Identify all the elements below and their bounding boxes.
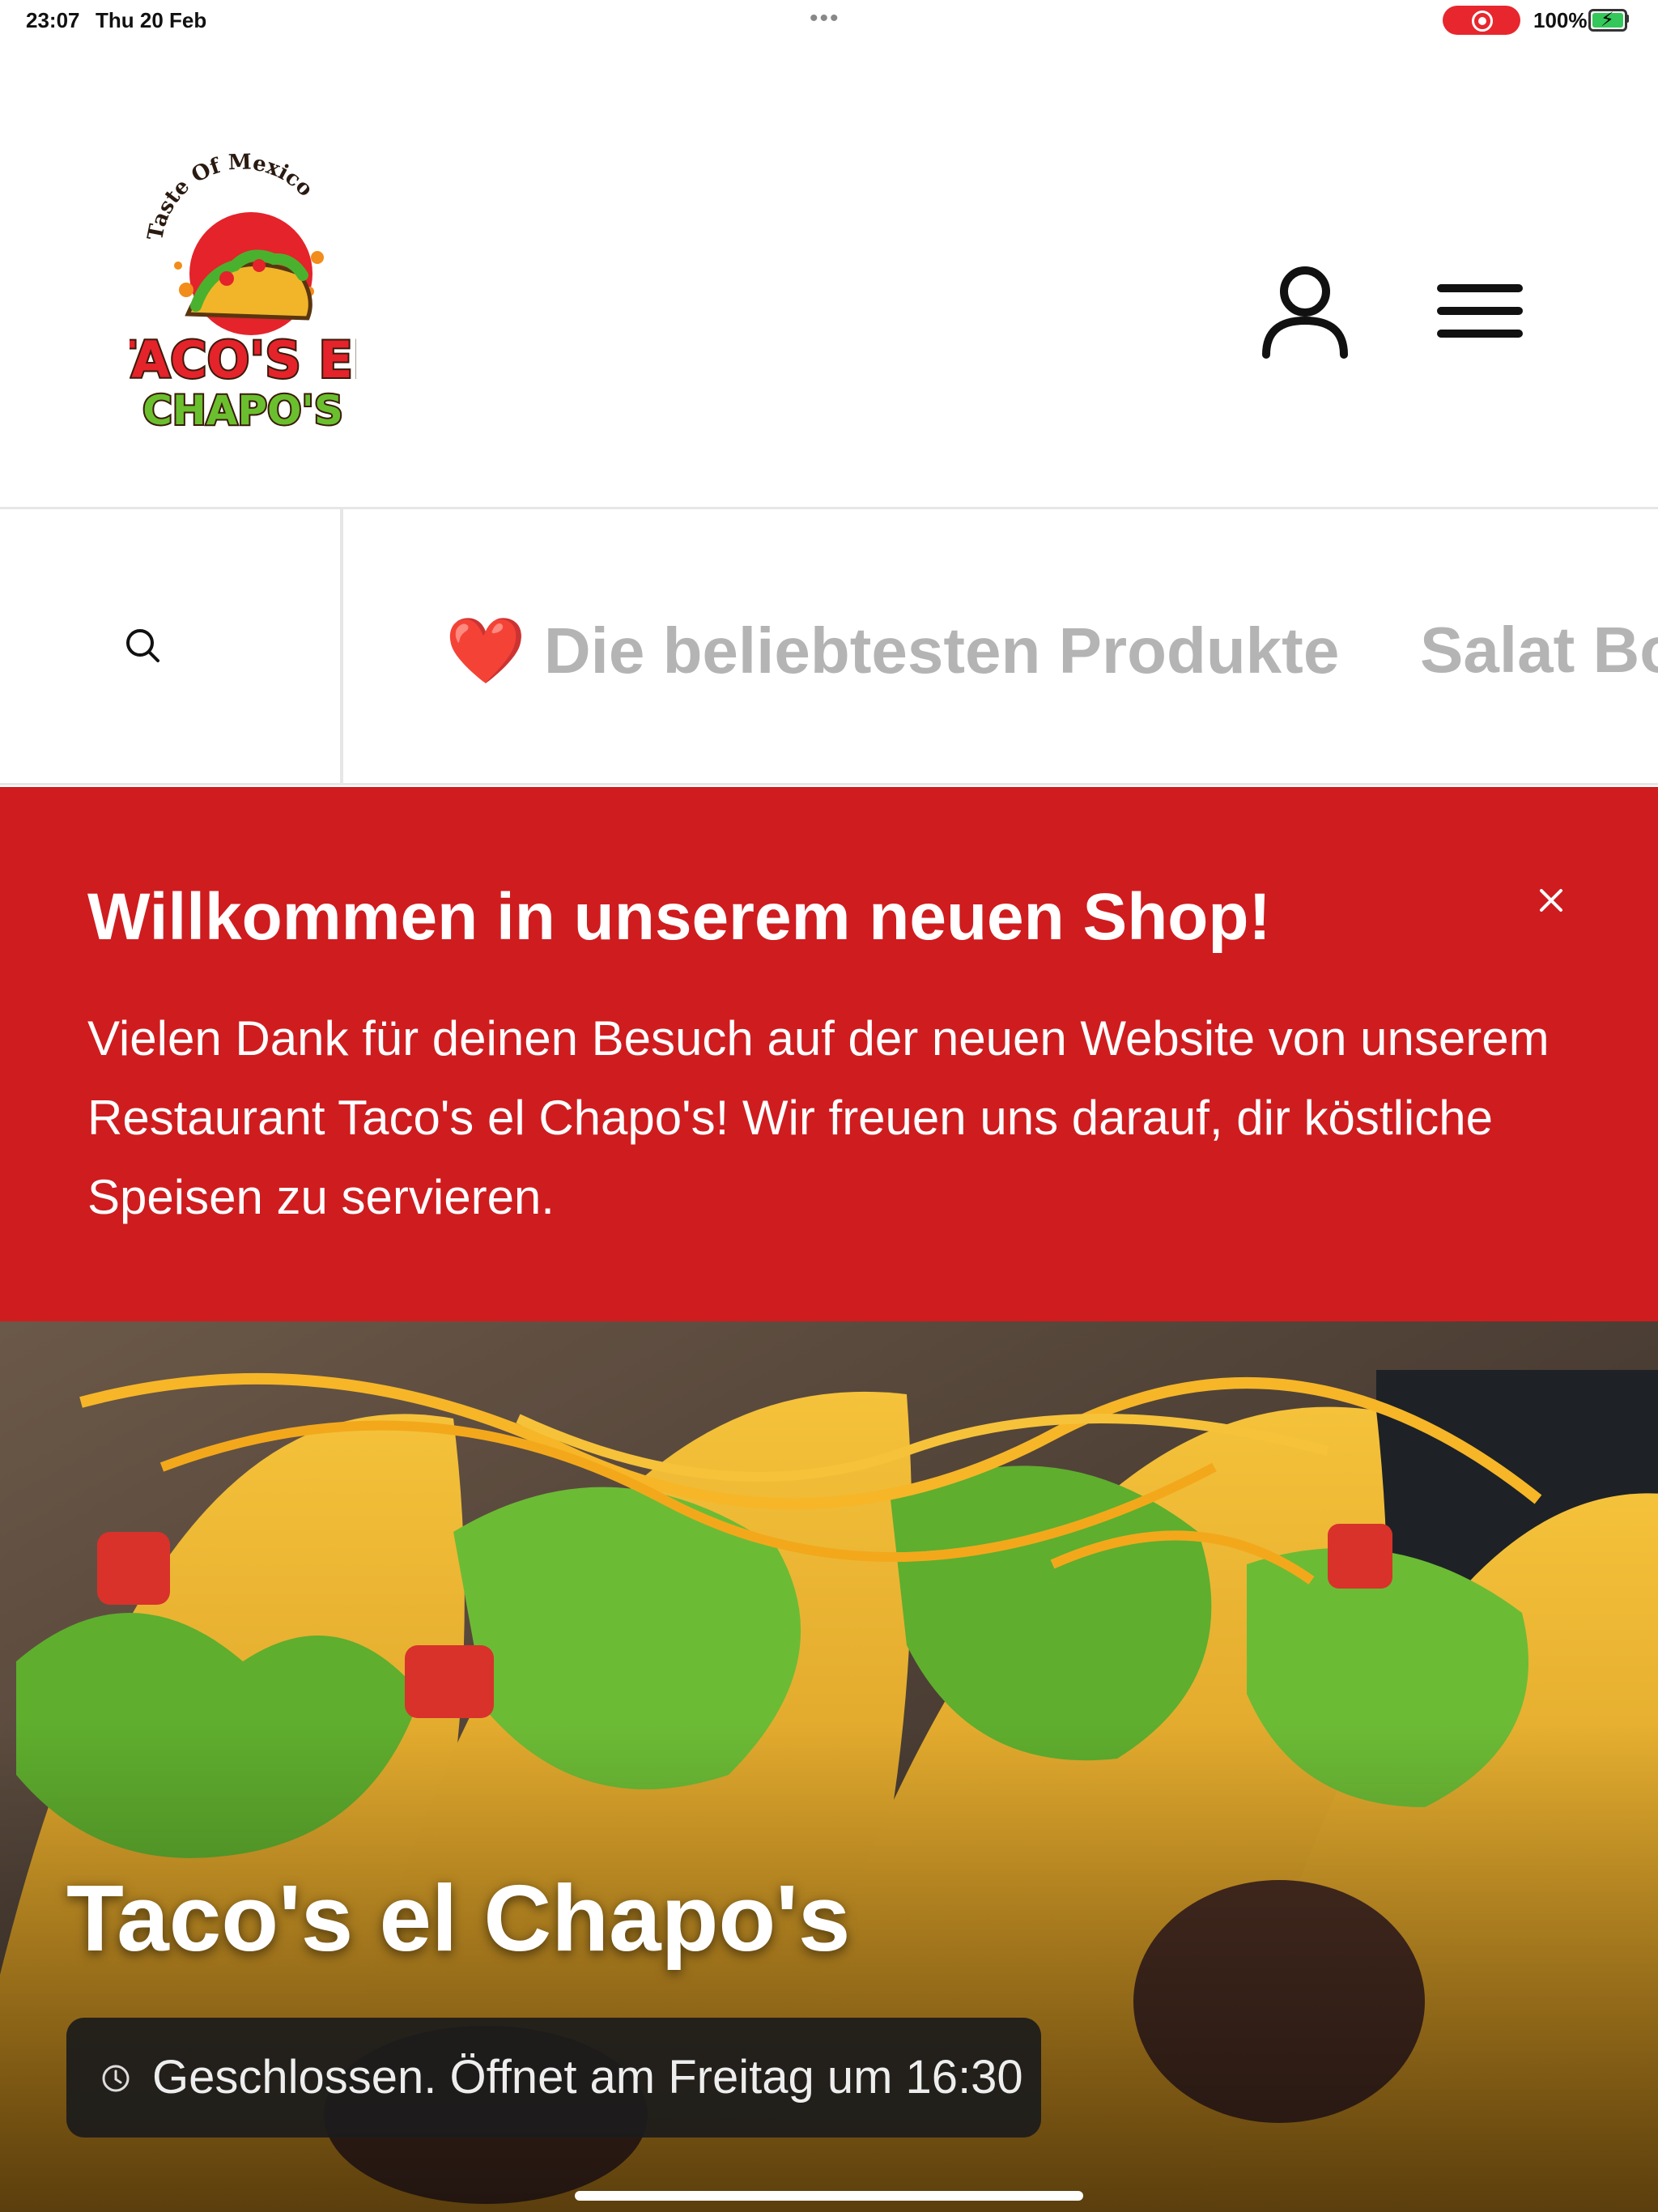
category-navigation: ❤️ Die beliebtesten Produkte Salat Bowls	[0, 507, 1658, 785]
tab-label: Salat Bowls	[1420, 614, 1658, 686]
status-time: 23:07	[26, 8, 80, 32]
search-icon	[126, 629, 159, 662]
clock-icon	[102, 2065, 130, 2092]
tab-salat-bowls[interactable]: Salat Bowls	[1420, 613, 1658, 687]
site-header: Taste Of Mexico TACO'S EL CHAPO'S	[0, 39, 1658, 507]
account-button[interactable]	[1255, 259, 1355, 359]
opening-hours-status[interactable]: Geschlossen. Öffnet am Freitag um 16:30	[66, 2018, 1041, 2138]
hero-section: Taco's el Chapo's Geschlossen. Öffnet am…	[0, 1321, 1658, 2212]
tab-most-popular[interactable]: ❤️ Die beliebtesten Produkte	[445, 613, 1339, 689]
hours-text: Geschlossen. Öffnet am Freitag um 16:30	[152, 2051, 1023, 2104]
heart-icon: ❤️	[445, 615, 526, 687]
close-icon	[1540, 889, 1562, 912]
status-date: Thu 20 Feb	[96, 8, 207, 32]
category-tabs[interactable]: ❤️ Die beliebtesten Produkte Salat Bowls	[343, 509, 1658, 783]
restaurant-logo[interactable]: Taste Of Mexico TACO'S EL CHAPO'S	[100, 150, 387, 436]
logo-line1: TACO'S EL	[130, 330, 356, 389]
menu-button[interactable]	[1428, 269, 1525, 350]
battery-charging-icon: ⚡	[1588, 9, 1627, 32]
tab-label: Die beliebtesten Produkte	[543, 615, 1340, 687]
banner-close-button[interactable]	[1527, 876, 1575, 925]
welcome-banner: Willkommen in unserem neuen Shop! Vielen…	[0, 787, 1658, 1321]
search-button[interactable]	[0, 509, 343, 783]
screen-recording-icon[interactable]	[1443, 6, 1520, 35]
person-icon	[1262, 266, 1348, 359]
status-bar: 23:07 Thu 20 Feb ••• 100% ⚡	[0, 0, 1658, 39]
banner-text: Vielen Dank für deinen Besuch auf der ne…	[87, 1011, 1550, 1224]
restaurant-name: Taco's el Chapo's	[66, 1865, 851, 1971]
multitasking-dots-icon[interactable]: •••	[810, 5, 840, 32]
home-indicator[interactable]	[575, 2191, 1083, 2201]
banner-title: Willkommen in unserem neuen Shop!	[87, 880, 1271, 954]
battery-percentage: 100%	[1533, 8, 1588, 32]
hamburger-menu-icon	[1437, 284, 1523, 338]
logo-line2: CHAPO'S	[142, 387, 343, 434]
